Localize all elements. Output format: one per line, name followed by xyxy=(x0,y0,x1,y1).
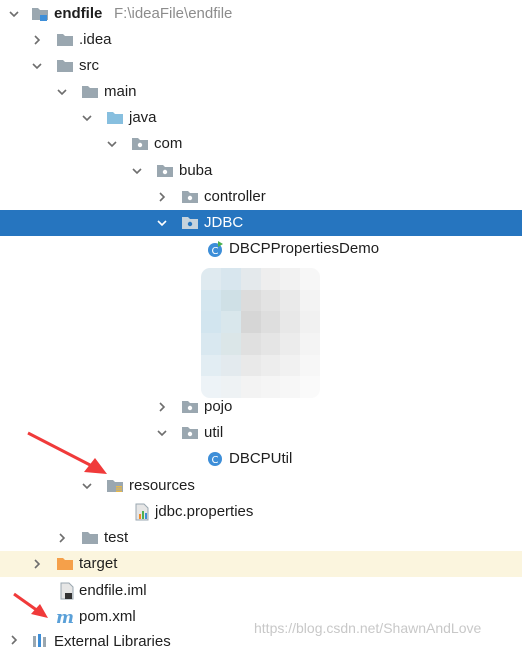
arrow-icon xyxy=(27,431,107,474)
arrow-icon xyxy=(13,592,48,618)
watermark: https://blog.csdn.net/ShawnAndLove xyxy=(254,620,482,636)
project-tree: endfile F:\ideaFile\endfile .idea src ma… xyxy=(0,0,522,647)
annotation-arrows xyxy=(13,431,107,618)
